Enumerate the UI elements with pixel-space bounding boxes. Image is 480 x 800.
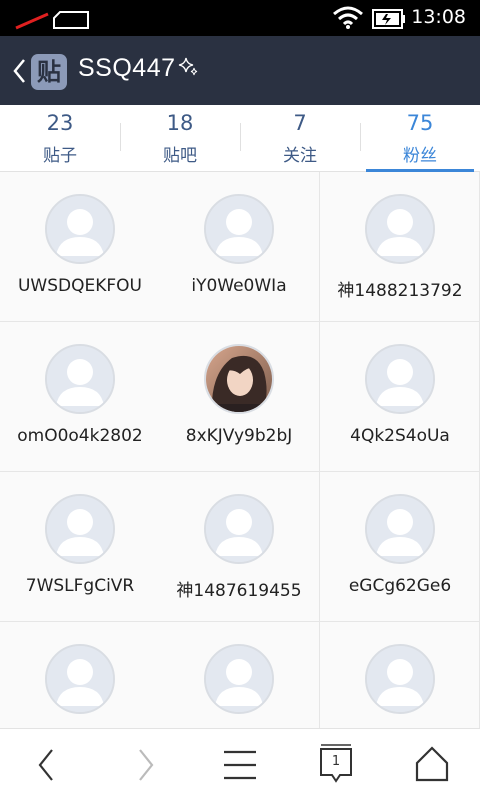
tab-label: 粉丝 [403, 146, 437, 166]
default-avatar-icon [367, 496, 433, 562]
follower-name: 神1488213792 [337, 281, 463, 301]
avatar [45, 344, 115, 414]
status-time: 13:08 [411, 6, 466, 28]
follower-card[interactable] [320, 622, 480, 728]
follower-name: 7WSLFgCiVR [25, 576, 135, 596]
follower-card[interactable]: 神1487619455 [158, 472, 320, 622]
follower-name: UWSDQEKFOU [17, 276, 142, 296]
follower-name: 8xKJVy9b2bJ [185, 426, 293, 446]
follower-card[interactable]: 7WSLFgCiVR [0, 472, 160, 622]
nav-back-button[interactable] [18, 741, 78, 789]
tab-following[interactable]: 7 关注 [240, 105, 360, 172]
battery-charging-icon [372, 9, 405, 29]
default-avatar-icon [206, 496, 272, 562]
tab-posts[interactable]: 23 贴子 [0, 105, 120, 172]
avatar [204, 194, 274, 264]
profile-tabs: 23 贴子 18 贴吧 7 关注 75 粉丝 [0, 105, 480, 172]
follower-name: 神1487619455 [176, 581, 302, 601]
browser-bottom-bar: 1 [0, 728, 480, 800]
follower-name: 4Qk2S4oUa [350, 426, 450, 446]
menu-icon [224, 750, 256, 780]
default-avatar-icon [47, 496, 113, 562]
nav-forward-button[interactable] [114, 741, 174, 789]
tab-label: 贴子 [43, 146, 77, 166]
tab-count: 18 [166, 111, 194, 135]
follower-name: omO0o4k2802 [17, 426, 143, 446]
follower-card[interactable]: 神1488213792 [320, 172, 480, 322]
status-bar: 13:08 [0, 0, 480, 36]
sparkle-icon [178, 57, 198, 76]
back-button[interactable]: 贴 [8, 50, 70, 94]
home-icon [415, 746, 449, 782]
chevron-right-icon [139, 749, 154, 781]
avatar [365, 644, 435, 714]
default-avatar-icon [47, 196, 113, 262]
wifi-icon [333, 6, 363, 29]
tab-count-badge: 1 [331, 754, 341, 769]
avatar [365, 194, 435, 264]
tab-count: 75 [406, 111, 434, 135]
default-avatar-icon [206, 196, 272, 262]
default-avatar-icon [206, 646, 272, 712]
chevron-left-icon [38, 749, 53, 781]
follower-card[interactable] [0, 622, 160, 728]
tab-count: 23 [46, 111, 74, 135]
tieba-logo-icon: 贴 [31, 54, 67, 90]
tab-followers[interactable]: 75 粉丝 [360, 105, 480, 172]
tab-label: 关注 [283, 146, 317, 166]
default-avatar-icon [47, 346, 113, 412]
profile-header: 贴 SSQ447 [0, 36, 480, 105]
follower-card[interactable]: UWSDQEKFOU [0, 172, 160, 322]
tabs-button[interactable]: 1 [306, 741, 366, 789]
home-button[interactable] [402, 741, 462, 789]
page-title: SSQ447 [78, 54, 176, 82]
follower-card[interactable] [158, 622, 320, 728]
default-avatar-icon [367, 196, 433, 262]
avatar [204, 644, 274, 714]
menu-button[interactable] [210, 741, 270, 789]
avatar [204, 494, 274, 564]
follower-name: eGCg62Ge6 [348, 576, 452, 596]
default-avatar-icon [367, 346, 433, 412]
follower-card[interactable]: 4Qk2S4oUa [320, 322, 480, 472]
follower-card[interactable]: 8xKJVy9b2bJ [158, 322, 320, 472]
follower-name: iY0We0WIa [191, 276, 287, 296]
tab-count: 7 [293, 111, 307, 135]
no-sim-icon [15, 11, 89, 30]
tab-label: 贴吧 [163, 146, 197, 166]
tab-forums[interactable]: 18 贴吧 [120, 105, 240, 172]
avatar [365, 344, 435, 414]
avatar [365, 494, 435, 564]
user-photo-avatar [206, 346, 272, 412]
follower-card[interactable]: iY0We0WIa [158, 172, 320, 322]
avatar [45, 494, 115, 564]
avatar [45, 644, 115, 714]
followers-grid: UWSDQEKFOU iY0We0WIa 神1488213792 omO0o4k280… [0, 172, 480, 728]
follower-card[interactable]: omO0o4k2802 [0, 322, 160, 472]
avatar [204, 344, 274, 414]
default-avatar-icon [367, 646, 433, 712]
avatar [45, 194, 115, 264]
chevron-left-icon [13, 59, 25, 83]
default-avatar-icon [47, 646, 113, 712]
follower-card[interactable]: eGCg62Ge6 [320, 472, 480, 622]
